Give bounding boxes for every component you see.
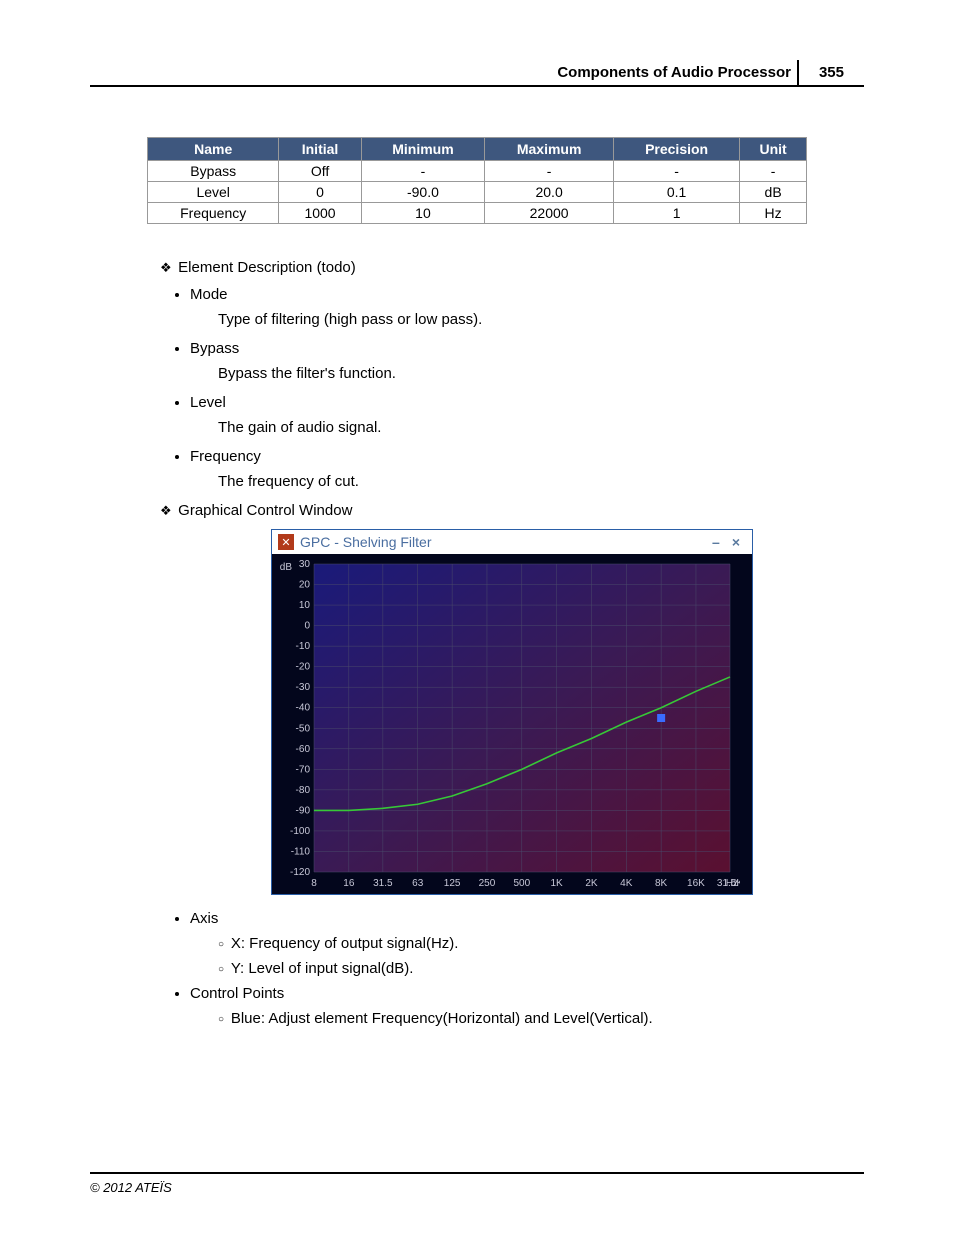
table-cell: 1000 [279,203,361,224]
item-desc: Type of filtering (high pass or low pass… [218,311,864,328]
svg-text:-50: -50 [296,723,311,734]
svg-text:8K: 8K [655,878,668,889]
svg-text:-60: -60 [296,744,311,755]
svg-text:125: 125 [444,878,461,889]
item-desc: Bypass the filter's function. [218,365,864,382]
svg-text:-70: -70 [296,764,311,775]
svg-text:-120: -120 [290,867,310,878]
table-cell: 0 [279,182,361,203]
desc-item: Frequency The frequency of cut. [190,448,864,490]
table-cell: Off [279,161,361,182]
table-cell: - [361,161,485,182]
axis-item: X: Frequency of output signal(Hz). [218,935,864,952]
header-page-number: 355 [797,60,864,85]
page-header: Components of Audio Processor 355 [90,60,864,87]
svg-text:1K: 1K [551,878,564,889]
table-cell: 0.1 [614,182,740,203]
svg-text:-40: -40 [296,703,311,714]
svg-text:63: 63 [412,878,424,889]
table-header: Unit [740,138,807,161]
svg-text:16: 16 [343,878,355,889]
diamond-bullet-icon: ❖ [160,503,172,519]
table-cell: Hz [740,203,807,224]
gpc-chart[interactable]: 30 20 10 0 -10 -20 -30 -40 -50 -60 -70 -80 -90 -100 -1… [272,554,752,894]
table-cell: - [485,161,614,182]
item-name: Level [190,394,226,411]
section-element-description: ❖ Element Description (todo) [160,259,864,276]
svg-text:20: 20 [299,580,311,591]
svg-text:500: 500 [513,878,530,889]
svg-text:-90: -90 [296,805,311,816]
svg-text:10: 10 [299,600,311,611]
table-cell: dB [740,182,807,203]
table-header: Initial [279,138,361,161]
table-header: Precision [614,138,740,161]
svg-text:-20: -20 [296,662,311,673]
parameter-table: NameInitialMinimumMaximumPrecisionUnit B… [147,137,807,224]
table-header: Maximum [485,138,614,161]
svg-text:250: 250 [479,878,496,889]
svg-text:-10: -10 [296,641,311,652]
table-cell: Bypass [148,161,279,182]
svg-text:-80: -80 [296,785,311,796]
table-cell: Level [148,182,279,203]
svg-text:2K: 2K [585,878,598,889]
footer-copyright: © 2012 ATEÏS [90,1172,864,1195]
axis-item: Y: Level of input signal(dB). [218,960,864,977]
section-graphical-control: ❖ Graphical Control Window [160,502,864,519]
item-desc: The frequency of cut. [218,473,864,490]
svg-text:Hz: Hz [726,878,738,889]
desc-item: Bypass Bypass the filter's function. [190,340,864,382]
control-point-item: Blue: Adjust element Frequency(Horizonta… [218,1010,864,1027]
table-cell: -90.0 [361,182,485,203]
window-title: GPC - Shelving Filter [300,534,431,550]
table-row: BypassOff---- [148,161,807,182]
table-cell: 22000 [485,203,614,224]
header-title: Components of Audio Processor [551,60,797,85]
table-row: Level0-90.020.00.1dB [148,182,807,203]
section-title: Element Description (todo) [178,259,356,276]
app-icon: ✕ [278,534,294,550]
svg-text:0: 0 [304,621,310,632]
item-name: Bypass [190,340,239,357]
gpc-window: ✕ GPC - Shelving Filter – × 30 20 10 0 -10 -2… [271,529,753,895]
svg-text:31.5: 31.5 [373,878,393,889]
table-header: Name [148,138,279,161]
table-cell: 20.0 [485,182,614,203]
item-desc: The gain of audio signal. [218,419,864,436]
close-button[interactable]: × [726,534,746,550]
svg-text:8: 8 [311,878,317,889]
axis-heading: Axis X: Frequency of output signal(Hz).Y… [190,910,864,977]
svg-text:4K: 4K [620,878,633,889]
svg-text:-110: -110 [291,847,311,858]
table-cell: 10 [361,203,485,224]
table-cell: Frequency [148,203,279,224]
svg-text:dB: dB [280,562,293,573]
table-row: Frequency100010220001Hz [148,203,807,224]
svg-text:30: 30 [299,560,311,570]
table-cell: - [614,161,740,182]
item-name: Frequency [190,448,261,465]
table-cell: 1 [614,203,740,224]
table-cell: - [740,161,807,182]
control-points-heading: Control Points Blue: Adjust element Freq… [190,985,864,1027]
minimize-button[interactable]: – [706,534,726,550]
desc-item: Mode Type of filtering (high pass or low … [190,286,864,328]
section-title: Graphical Control Window [178,502,352,519]
svg-text:-100: -100 [290,826,310,837]
item-name: Mode [190,286,228,303]
table-header: Minimum [361,138,485,161]
svg-text:-30: -30 [296,682,311,693]
svg-text:16K: 16K [687,878,705,889]
desc-item: Level The gain of audio signal. [190,394,864,436]
gpc-titlebar: ✕ GPC - Shelving Filter – × [272,530,752,554]
diamond-bullet-icon: ❖ [160,260,172,276]
